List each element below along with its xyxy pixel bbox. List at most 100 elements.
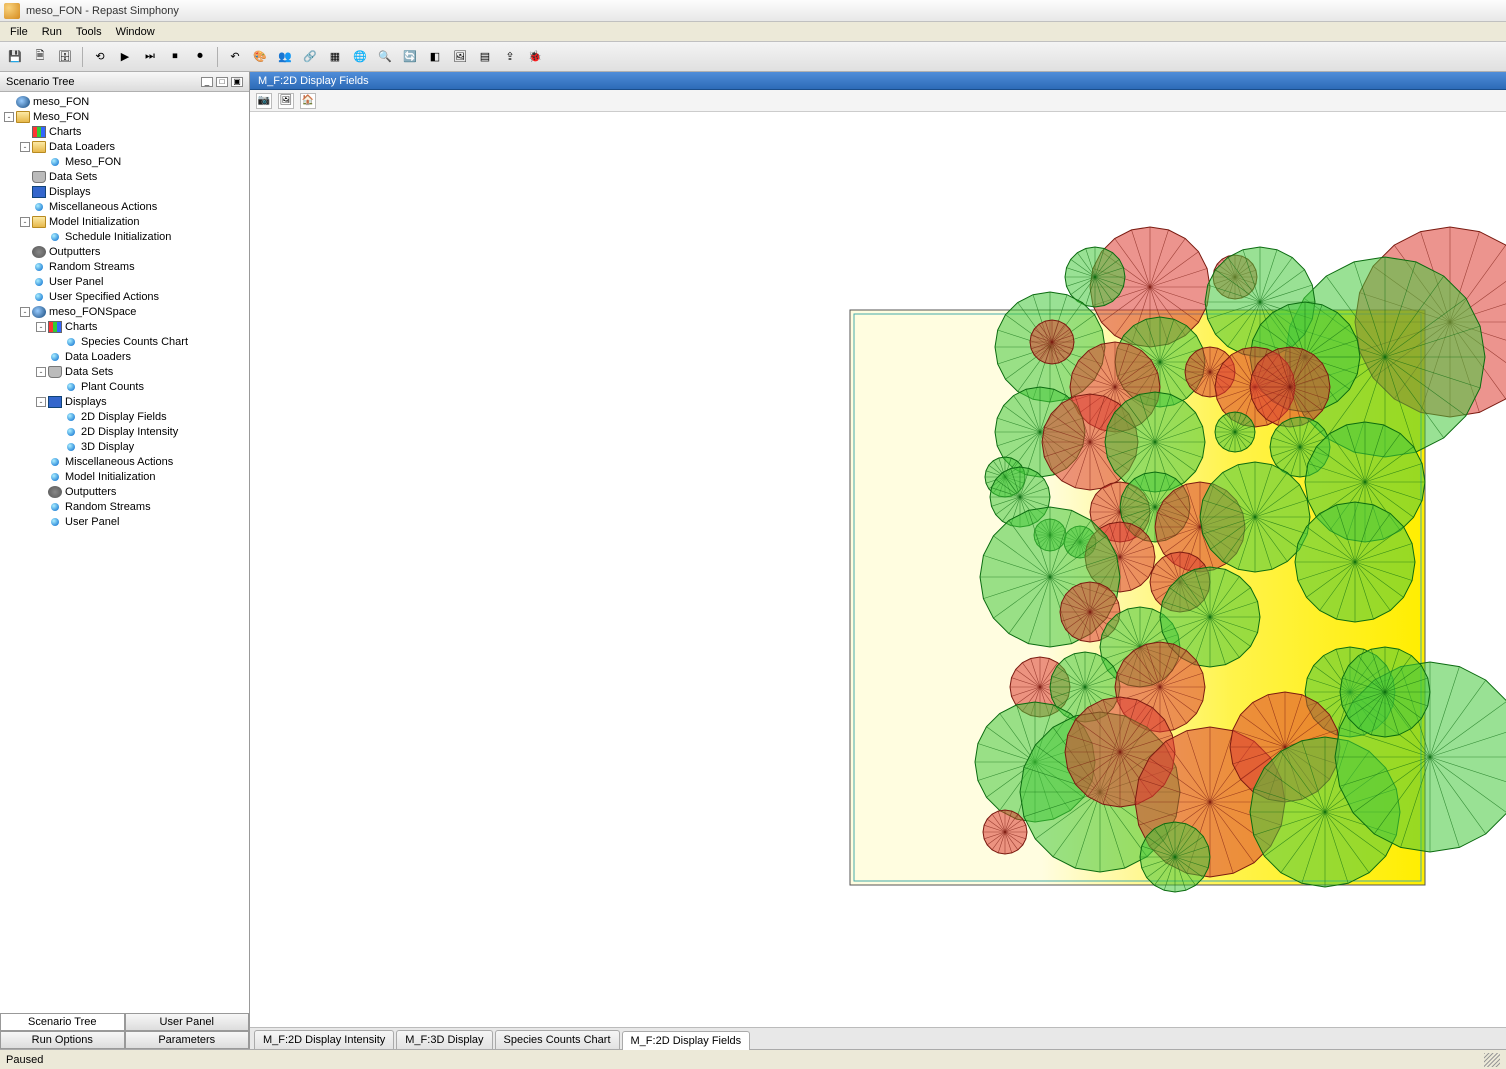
tab-user-panel[interactable]: User Panel [125, 1013, 250, 1031]
tree-item[interactable]: -meso_FONSpace [0, 304, 249, 319]
agent-red[interactable] [983, 810, 1027, 854]
display-tabs: M_F:2D Display IntensityM_F:3D DisplaySp… [250, 1027, 1506, 1049]
display-tab[interactable]: M_F:3D Display [396, 1030, 492, 1049]
tab-scenario-tree[interactable]: Scenario Tree [0, 1013, 125, 1031]
tree-item[interactable]: Random Streams [0, 499, 249, 514]
tree-item[interactable]: Outputters [0, 484, 249, 499]
tree-item[interactable]: -Data Sets [0, 364, 249, 379]
agent-green[interactable] [1295, 502, 1415, 622]
record-icon[interactable]: ⏺ [189, 46, 211, 68]
maximize-icon[interactable]: □ [216, 77, 228, 87]
globe-icon[interactable]: 🌐 [349, 46, 371, 68]
tree-item[interactable]: User Panel [0, 274, 249, 289]
tree-item[interactable]: -Data Loaders [0, 139, 249, 154]
tab-run-options[interactable]: Run Options [0, 1031, 125, 1049]
expander-icon[interactable]: - [36, 397, 46, 407]
step-icon[interactable]: ⏭ [139, 46, 161, 68]
agent-green[interactable] [1200, 462, 1310, 572]
tree-item[interactable]: Outputters [0, 244, 249, 259]
tree-item[interactable]: Miscellaneous Actions [0, 454, 249, 469]
camera-icon[interactable]: 📷 [256, 93, 272, 109]
stop-icon[interactable]: ⏹ [164, 46, 186, 68]
tree-item[interactable]: Schedule Initialization [0, 229, 249, 244]
tree-item[interactable]: -Displays [0, 394, 249, 409]
status-text: Paused [6, 1054, 43, 1066]
tree-item[interactable]: User Specified Actions [0, 289, 249, 304]
tree-item[interactable]: -Model Initialization [0, 214, 249, 229]
scenario-tree-header: Scenario Tree _ □ ▣ [0, 72, 249, 92]
tree-item[interactable]: Data Sets [0, 169, 249, 184]
menu-file[interactable]: File [4, 24, 34, 40]
left-panel: Scenario Tree _ □ ▣ meso_FON-Meso_FONCha… [0, 72, 250, 1049]
tree-item[interactable]: 2D Display Fields [0, 409, 249, 424]
display-tab[interactable]: Species Counts Chart [495, 1030, 620, 1049]
display-canvas[interactable] [250, 112, 1506, 1027]
menu-window[interactable]: Window [110, 24, 161, 40]
restore-icon[interactable]: ▣ [231, 77, 243, 87]
refresh-icon[interactable]: 🔄 [399, 46, 421, 68]
scenario-tree[interactable]: meso_FON-Meso_FONCharts-Data LoadersMeso… [0, 92, 249, 1013]
main-panel: M_F:2D Display Fields 📷 🖼 🏠 M_F:2D Displ… [250, 72, 1506, 1049]
tree-item[interactable]: User Panel [0, 514, 249, 529]
menu-tools[interactable]: Tools [70, 24, 108, 40]
tree-node-icon [67, 383, 75, 391]
table-icon[interactable]: ▦ [324, 46, 346, 68]
tree-node-label: Schedule Initialization [65, 231, 171, 243]
tree-node-icon [16, 111, 30, 123]
expander-icon[interactable]: - [20, 217, 30, 227]
display-title: M_F:2D Display Fields [258, 75, 369, 87]
export-icon[interactable]: ⇪ [499, 46, 521, 68]
agent-red[interactable] [1250, 347, 1330, 427]
tree-item[interactable]: Plant Counts [0, 379, 249, 394]
tree-item[interactable]: -Meso_FON [0, 109, 249, 124]
agents-icon[interactable]: 👥 [274, 46, 296, 68]
expander-icon[interactable]: - [36, 322, 46, 332]
tree-item[interactable]: 3D Display [0, 439, 249, 454]
agent-red[interactable] [1030, 320, 1074, 364]
agent-green[interactable] [1215, 412, 1255, 452]
tree-node-icon [67, 413, 75, 421]
resize-grip-icon[interactable] [1484, 1053, 1500, 1067]
tree-item[interactable]: Charts [0, 124, 249, 139]
expander-icon[interactable]: - [36, 367, 46, 377]
minimize-icon[interactable]: _ [201, 77, 213, 87]
tree-item[interactable]: Species Counts Chart [0, 334, 249, 349]
home-icon[interactable]: 🏠 [300, 93, 316, 109]
bug-icon[interactable]: 🐞 [524, 46, 546, 68]
expander-icon[interactable]: - [20, 142, 30, 152]
tree-item[interactable]: 2D Display Intensity [0, 424, 249, 439]
tree-node-label: Miscellaneous Actions [49, 201, 157, 213]
tab-parameters[interactable]: Parameters [125, 1031, 250, 1049]
tree-item[interactable]: Miscellaneous Actions [0, 199, 249, 214]
link-icon[interactable]: 🔗 [299, 46, 321, 68]
layout-icon[interactable]: ▤ [474, 46, 496, 68]
tree-item[interactable]: Random Streams [0, 259, 249, 274]
display-tab[interactable]: M_F:2D Display Fields [622, 1031, 751, 1050]
agent-green[interactable] [1140, 822, 1210, 892]
save-icon[interactable]: 💾 [4, 46, 26, 68]
tree-item[interactable]: Data Loaders [0, 349, 249, 364]
tree-item[interactable]: Model Initialization [0, 469, 249, 484]
snapshot-icon[interactable]: 🖼 [278, 93, 294, 109]
expander-icon[interactable]: - [20, 307, 30, 317]
expander-icon[interactable]: - [4, 112, 14, 122]
play-icon[interactable]: ▶ [114, 46, 136, 68]
palette-icon[interactable]: 🎨 [249, 46, 271, 68]
tree-item[interactable]: -Charts [0, 319, 249, 334]
save-as-icon[interactable]: 🗎 [29, 46, 51, 68]
overlay-icon[interactable]: ◧ [424, 46, 446, 68]
zoom-icon[interactable]: 🔍 [374, 46, 396, 68]
display-tab[interactable]: M_F:2D Display Intensity [254, 1030, 394, 1049]
tree-item[interactable]: Displays [0, 184, 249, 199]
tree-item[interactable]: Meso_FON [0, 154, 249, 169]
undo-icon[interactable]: ↶ [224, 46, 246, 68]
tree-item[interactable]: meso_FON [0, 94, 249, 109]
tree-node-label: Random Streams [49, 261, 135, 273]
reset-icon[interactable]: ⟲ [89, 46, 111, 68]
menu-run[interactable]: Run [36, 24, 68, 40]
image-icon[interactable]: 🖼 [449, 46, 471, 68]
expander-icon [36, 232, 46, 242]
agent-green[interactable] [1340, 647, 1430, 737]
database-icon[interactable]: 🗄 [54, 46, 76, 68]
expander-icon [20, 292, 30, 302]
